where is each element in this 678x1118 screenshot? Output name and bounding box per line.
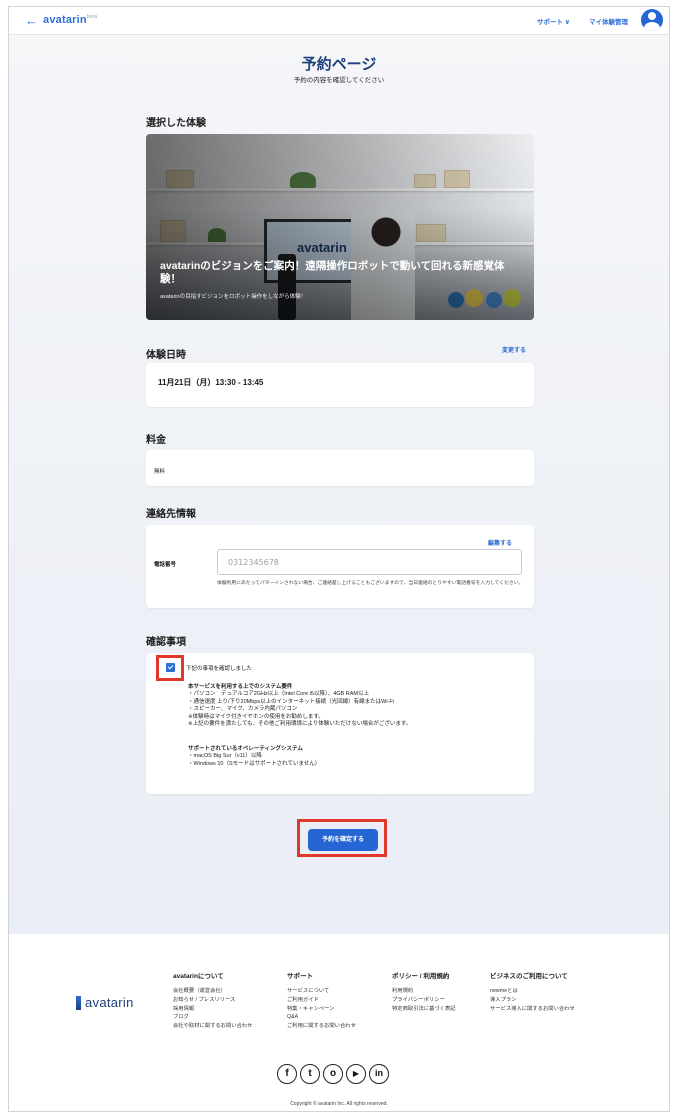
browser-frame: ← avatarinbeta サポート ∨ マイ体験管理 予約ページ 予約の内容… <box>8 6 670 1112</box>
footer-link[interactable]: 利用規約 <box>392 987 456 996</box>
footer-link[interactable]: ご利用ガイド <box>287 996 356 1005</box>
footer-link[interactable]: 会社概要（運営会社） <box>173 987 252 996</box>
footer-link[interactable]: 採用情報 <box>173 1005 252 1014</box>
button-highlight <box>297 819 387 857</box>
os-title: サポートされているオペレーティングシステム <box>188 746 303 752</box>
footer-col-about: avatarinについて 会社概要（運営会社） お知らせ / プレスリリース 採… <box>173 970 252 1031</box>
fee-heading: 料金 <box>146 435 166 446</box>
os-line: ・macOS Big Sur（v11）以降 <box>188 753 262 760</box>
instagram-icon[interactable]: o <box>323 1064 343 1084</box>
experience-subtitle: avatarinの目指すビジョンをロボット操作をしながら体験！ <box>160 294 307 300</box>
edit-contact-link[interactable]: 編集する <box>488 538 512 547</box>
page-title: 予約ページ <box>301 56 377 73</box>
footer-heading: avatarinについて <box>173 973 224 980</box>
experience-title: avatarinのビジョンをご案内！遠隔操作ロボットで動いて回れる新感覚体験！ <box>160 260 505 285</box>
footer-link[interactable]: 特集・キャンペーン <box>287 1005 356 1014</box>
footer-link[interactable]: ブログ <box>173 1013 252 1022</box>
confirmation-card: 下記の事項を確認しました 本サービスを利用する上でのシステム要件 ・パソコン デ… <box>146 653 534 794</box>
req-line: ※上記の要件を満たしても、その他ご利用環境により体験いただけない場合がございます… <box>188 721 412 728</box>
footer-col-support: サポート サービスについて ご利用ガイド 特集・キャンペーン Q&A ご利用に関… <box>287 970 356 1031</box>
selected-experience-heading: 選択した体験 <box>146 118 206 129</box>
confirm-checkbox-label: 下記の事項を確認しました <box>186 666 253 672</box>
req-line: ・パソコン デュアルコア2GHz以上（Intel Core i5以降）、4GB … <box>188 691 369 698</box>
footer-heading: サポート <box>287 973 313 980</box>
footer-link[interactable]: Q&A <box>287 1013 356 1022</box>
confirmation-heading: 確認事項 <box>146 637 186 648</box>
footer-heading: ビジネスのご利用について <box>490 973 568 980</box>
system-requirements: 本サービスを利用する上でのシステム要件 ・パソコン デュアルコア2GHz以上（I… <box>188 684 411 728</box>
req-line: ・通信速度 上り/下り20Mbps以上のインターネット接続（光回線）有線またはW… <box>188 698 394 705</box>
header-logo[interactable]: avatarinbeta <box>43 14 97 26</box>
footer-col-policy: ポリシー / 利用規約 利用規約 プライバシーポリシー 特定商取引法に基づく表記 <box>392 970 456 1013</box>
fee-value: 無料 <box>154 469 166 475</box>
footer: avatarin avatarinについて 会社概要（運営会社） お知らせ / … <box>9 934 669 1111</box>
phone-label: 電話番号 <box>154 562 177 568</box>
youtube-icon[interactable]: ▶ <box>346 1064 366 1084</box>
footer-link[interactable]: newmeとは <box>490 987 575 996</box>
contact-card: 編集する 電話番号 0312345678 体験利用にあたってパターインされない場… <box>146 525 534 608</box>
req-line: ※体験時はマイク付きイヤホンの使用をお勧めします。 <box>188 713 324 720</box>
req-title: 本サービスを利用する上でのシステム要件 <box>188 684 293 690</box>
contact-heading: 連絡先情報 <box>146 509 196 520</box>
my-experience-link[interactable]: マイ体験管理 <box>589 16 628 26</box>
footer-link[interactable]: プライバシーポリシー <box>392 996 456 1005</box>
footer-link[interactable]: サービスについて <box>287 987 356 996</box>
datetime-card: 11月21日（月）13:30 - 13:45 <box>146 363 534 407</box>
footer-link[interactable]: 導入プラン <box>490 996 575 1005</box>
footer-link[interactable]: サービス導入に関するお問い合わせ <box>490 1005 575 1014</box>
footer-heading: ポリシー / 利用規約 <box>392 973 450 980</box>
footer-link[interactable]: ご利用に関するお問い合わせ <box>287 1022 356 1031</box>
change-datetime-link[interactable]: 変更する <box>502 345 526 354</box>
supported-os: サポートされているオペレーティングシステム ・macOS Big Sur（v11… <box>188 746 320 768</box>
phone-input[interactable]: 0312345678 <box>217 549 522 575</box>
req-line: ・スピーカー、マイク、カメラ内蔵パソコン <box>188 706 298 713</box>
copyright: Copyright © avatarin Inc. All rights res… <box>290 1101 388 1107</box>
footer-link[interactable]: お知らせ / プレスリリース <box>173 996 252 1005</box>
top-header: ← avatarinbeta サポート ∨ マイ体験管理 <box>9 7 669 35</box>
datetime-value: 11月21日（月）13:30 - 13:45 <box>158 378 264 387</box>
twitter-icon[interactable]: t <box>300 1064 320 1084</box>
datetime-heading: 体験日時 <box>146 350 186 361</box>
fee-card: 無料 <box>146 450 534 486</box>
page-subtitle: 予約の内容を確認してください <box>293 77 385 84</box>
checkbox-highlight <box>156 655 184 681</box>
beta-badge: beta <box>86 14 98 20</box>
back-arrow-icon[interactable]: ← <box>25 13 38 28</box>
logo-text: avatarin <box>43 14 87 26</box>
user-avatar-icon[interactable] <box>641 9 663 31</box>
footer-link[interactable]: 会社や取材に関するお問い合わせ <box>173 1022 252 1031</box>
linkedin-icon[interactable]: in <box>369 1064 389 1084</box>
footer-logo[interactable]: avatarin <box>85 995 134 1010</box>
footer-logo-icon <box>76 996 81 1010</box>
os-line: ・Windows 10（Sモードはサポートされていません） <box>188 760 321 767</box>
support-menu[interactable]: サポート ∨ <box>537 16 570 26</box>
facebook-icon[interactable]: f <box>277 1064 297 1084</box>
experience-hero-card[interactable]: avatarin avatarinのビジョンをご案内！遠隔操作ロボットで動いて回… <box>146 134 534 320</box>
phone-note: 体験利用にあたってパターインされない場合、ご連絡差し上げることもございますので、… <box>217 581 524 586</box>
footer-link[interactable]: 特定商取引法に基づく表記 <box>392 1005 456 1014</box>
footer-col-business: ビジネスのご利用について newmeとは 導入プラン サービス導入に関するお問い… <box>490 970 575 1013</box>
